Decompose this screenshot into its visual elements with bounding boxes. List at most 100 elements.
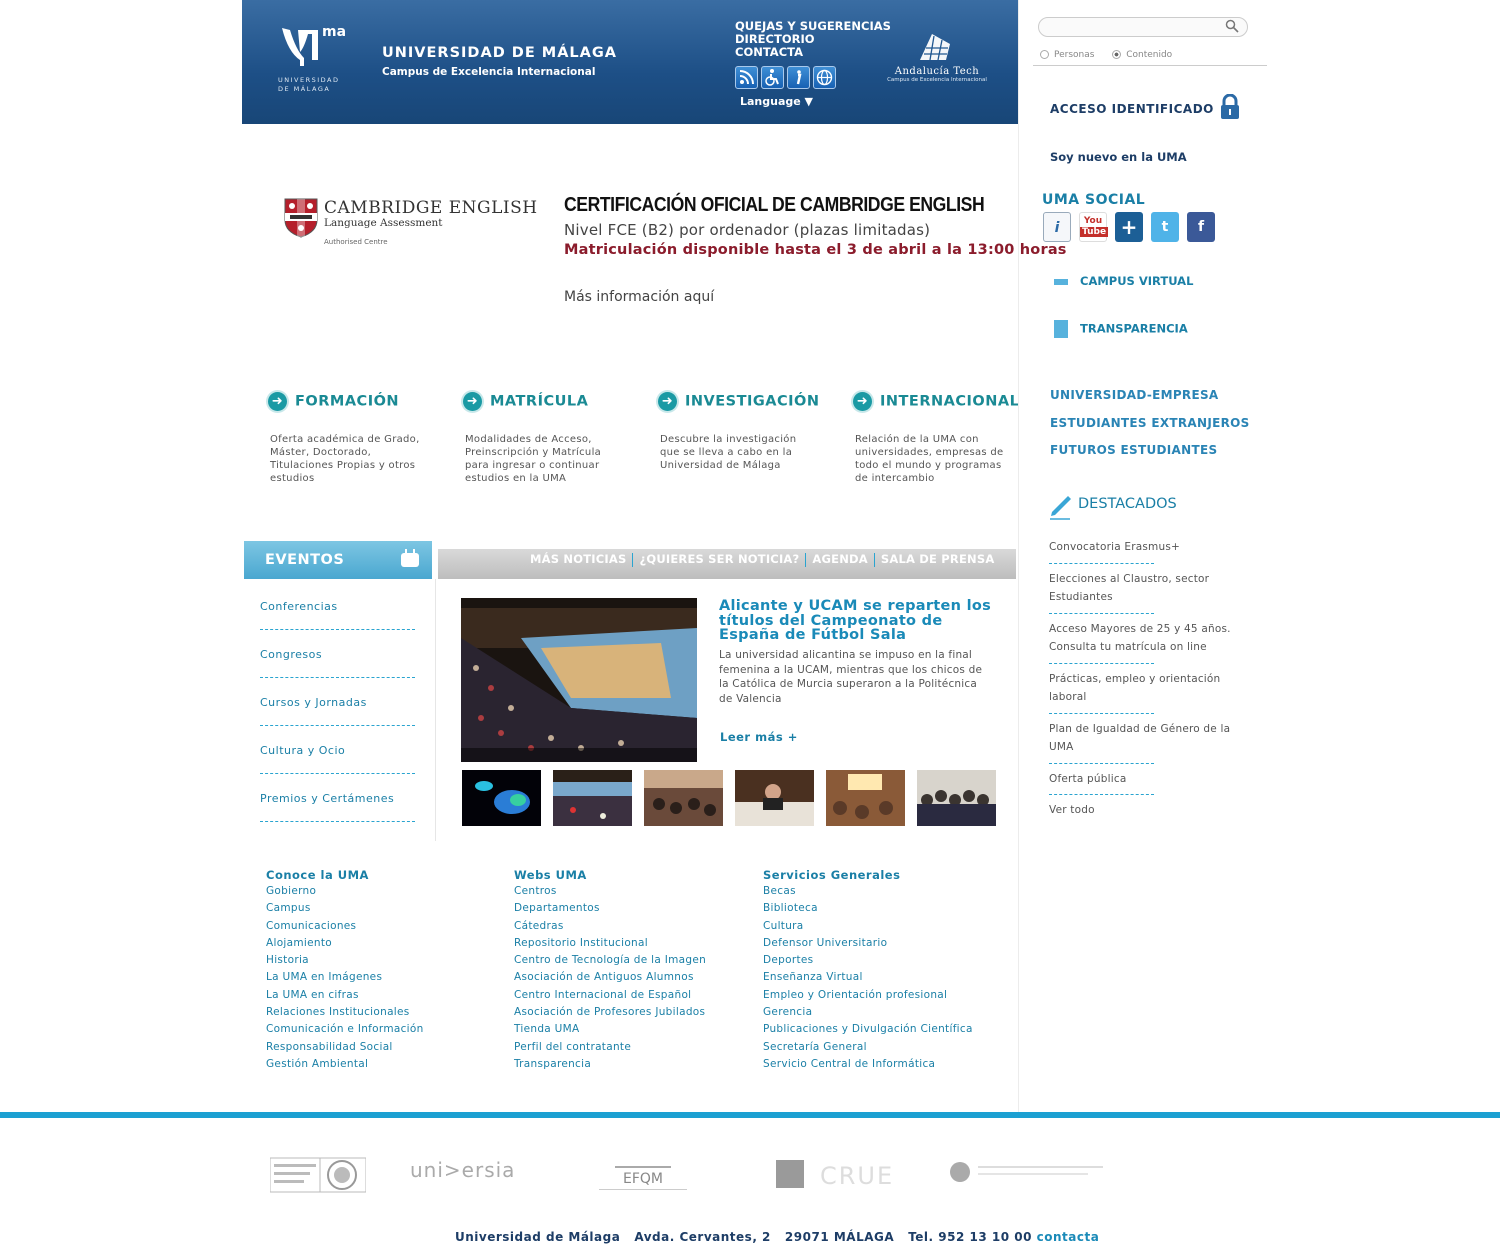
tab-mas-noticias[interactable]: MÁS NOTICIAS	[530, 552, 626, 566]
fundacion-logo[interactable]	[950, 1160, 1105, 1184]
footer-link[interactable]: Tienda UMA	[514, 1021, 706, 1038]
footer-link[interactable]: La UMA en cifras	[266, 987, 424, 1004]
footer-link[interactable]: Servicio Central de Informática	[763, 1056, 973, 1073]
footer-link[interactable]: Departamentos	[514, 900, 706, 917]
iuma-icon[interactable]: i	[1043, 212, 1071, 242]
destacado-item[interactable]: Convocatoria Erasmus+	[1049, 538, 1239, 557]
destacado-item[interactable]: Prácticas, empleo y orientación laboral	[1049, 670, 1239, 707]
tab-sala-de-prensa[interactable]: SALA DE PRENSA	[881, 552, 995, 566]
footer-link[interactable]: Campus	[266, 900, 424, 917]
footer-link[interactable]: Centro Internacional de Español	[514, 987, 706, 1004]
twitter-icon[interactable]: t	[1151, 212, 1179, 242]
footer-link[interactable]: Defensor Universitario	[763, 935, 973, 952]
evento-conferencias[interactable]: Conferencias	[260, 600, 415, 613]
footer-link[interactable]: Gerencia	[763, 1004, 973, 1021]
news-thumbnail[interactable]	[462, 770, 541, 826]
ver-todo-link[interactable]: Ver todo	[1049, 801, 1239, 820]
destacado-item[interactable]: Elecciones al Claustro, sector Estudiant…	[1049, 570, 1239, 607]
footer-column-webs: Webs UMA Centros Departamentos Cátedras …	[514, 868, 706, 1073]
andalucia-tech-logo[interactable]: Andalucía Tech Campus de Excelencia Inte…	[882, 32, 992, 92]
banner-more-link[interactable]: Más información aquí	[564, 289, 714, 305]
tab-quieres-ser-noticia[interactable]: ¿QUIERES SER NOTICIA?	[639, 552, 799, 566]
footer-link[interactable]: Secretaría General	[763, 1039, 973, 1056]
transparencia-link[interactable]: TRANSPARENCIA	[1054, 320, 1188, 338]
acceso-identificado-link[interactable]: ACCESO IDENTIFICADO	[1050, 102, 1214, 116]
radio-contenido[interactable]	[1112, 50, 1122, 59]
news-title[interactable]: Alicante y UCAM se reparten los títulos …	[719, 599, 994, 643]
footer-link[interactable]: Comunicaciones	[266, 918, 424, 935]
destacado-item[interactable]: Plan de Igualdad de Género de la UMA	[1049, 720, 1239, 757]
plus-icon[interactable]: +	[1115, 212, 1143, 242]
news-read-more-link[interactable]: Leer más +	[720, 730, 798, 744]
news-photo[interactable]	[461, 598, 697, 762]
footer-link[interactable]: Gobierno	[266, 883, 424, 900]
footer-link[interactable]: Becas	[763, 883, 973, 900]
footer-link[interactable]: La UMA en Imágenes	[266, 969, 424, 986]
footer-link[interactable]: Biblioteca	[763, 900, 973, 917]
news-thumbnail[interactable]	[917, 770, 996, 826]
futuros-estudiantes-link[interactable]: FUTUROS ESTUDIANTES	[1050, 437, 1250, 465]
footer-link[interactable]: Comunicación e Información	[266, 1021, 424, 1038]
evento-cultura[interactable]: Cultura y Ocio	[260, 744, 415, 757]
footer-link[interactable]: Historia	[266, 952, 424, 969]
radio-personas[interactable]	[1040, 50, 1049, 59]
pillar-formacion[interactable]: ➜ FORMACIÓN Oferta académica de Grado, Má…	[268, 392, 438, 485]
news-thumbnail[interactable]	[644, 770, 723, 826]
destacado-item[interactable]: Oferta pública	[1049, 770, 1239, 789]
footer-link[interactable]: Alojamiento	[266, 935, 424, 952]
footer-link[interactable]: Asociación de Antiguos Alumnos	[514, 969, 706, 986]
footer-column-title[interactable]: Webs UMA	[514, 868, 706, 883]
pillar-matricula[interactable]: ➜ MATRÍCULA Modalidades de Acceso, Preins…	[463, 392, 633, 485]
footer-link[interactable]: Centro de Tecnología de la Imagen	[514, 952, 706, 969]
pillar-investigacion[interactable]: ➜ INVESTIGACIÓN Descubre la investigación…	[658, 392, 828, 472]
rss-icon[interactable]	[735, 66, 758, 89]
footer-column-title[interactable]: Conoce la UMA	[266, 868, 424, 883]
news-thumbnail[interactable]	[553, 770, 632, 826]
footer-link[interactable]: Publicaciones y Divulgación Científica	[763, 1021, 973, 1038]
universidad-empresa-link[interactable]: UNIVERSIDAD-EMPRESA	[1050, 382, 1250, 410]
bureau-veritas-logo[interactable]	[269, 1156, 367, 1194]
footer-link[interactable]: Centros	[514, 883, 706, 900]
pillar-internacional[interactable]: ➜ INTERNACIONAL Relación de la UMA con un…	[853, 392, 1023, 485]
footer-link[interactable]: Cultura	[763, 918, 973, 935]
logo-caption: UNIVERSIDAD DE MÁLAGA	[278, 76, 340, 93]
evento-cursos[interactable]: Cursos y Jornadas	[260, 696, 415, 709]
contacta-link[interactable]: CONTACTA	[735, 46, 891, 59]
banner-title[interactable]: CERTIFICACIÓN OFICIAL DE CAMBRIDGE ENGLI…	[564, 194, 985, 217]
crue-logo[interactable]: CRUE	[776, 1160, 896, 1190]
search-input[interactable]	[1038, 17, 1248, 37]
accessibility-icon[interactable]	[761, 66, 784, 89]
estudiantes-extranjeros-link[interactable]: ESTUDIANTES EXTRANJEROS	[1050, 410, 1250, 438]
campus-virtual-link[interactable]: CAMPUS VIRTUAL	[1054, 274, 1193, 288]
efqm-logo[interactable]: EFQM	[598, 1166, 688, 1196]
footer-link[interactable]: Perfil del contratante	[514, 1039, 706, 1056]
footer-link[interactable]: Cátedras	[514, 918, 706, 935]
globe-icon[interactable]	[813, 66, 836, 89]
footer-column-title[interactable]: Servicios Generales	[763, 868, 973, 883]
footer-link[interactable]: Empleo y Orientación profesional	[763, 987, 973, 1004]
footer-link[interactable]: Transparencia	[514, 1056, 706, 1073]
footer-link[interactable]: Asociación de Profesores Jubilados	[514, 1004, 706, 1021]
footer-link[interactable]: Responsabilidad Social	[266, 1039, 424, 1056]
footer-link[interactable]: Deportes	[763, 952, 973, 969]
lock-icon[interactable]	[1220, 94, 1240, 120]
news-thumbnail[interactable]	[735, 770, 814, 826]
contacta-footer-link[interactable]: contacta	[1037, 1230, 1100, 1244]
universia-logo[interactable]: uni>ersia	[410, 1158, 515, 1182]
news-thumbnail[interactable]	[826, 770, 905, 826]
footer-link[interactable]: Enseñanza Virtual	[763, 969, 973, 986]
footer-link[interactable]: Relaciones Institucionales	[266, 1004, 424, 1021]
destacado-item[interactable]: Acceso Mayores de 25 y 45 años. Consulta…	[1049, 620, 1239, 657]
evento-premios[interactable]: Premios y Certámenes	[260, 792, 415, 805]
youtube-icon[interactable]: You Tube	[1079, 212, 1109, 242]
language-dropdown[interactable]: Language ▼	[740, 95, 813, 108]
university-name[interactable]: UNIVERSIDAD DE MÁLAGA	[382, 45, 617, 61]
facebook-icon[interactable]: f	[1187, 212, 1215, 242]
footer-link[interactable]: Gestión Ambiental	[266, 1056, 424, 1073]
footer-link[interactable]: Repositorio Institucional	[514, 935, 706, 952]
tab-agenda[interactable]: AGENDA	[812, 552, 867, 566]
evento-congresos[interactable]: Congresos	[260, 648, 415, 661]
info-icon[interactable]	[787, 66, 810, 89]
soy-nuevo-link[interactable]: Soy nuevo en la UMA	[1050, 150, 1187, 164]
search-icon[interactable]	[1225, 19, 1243, 35]
